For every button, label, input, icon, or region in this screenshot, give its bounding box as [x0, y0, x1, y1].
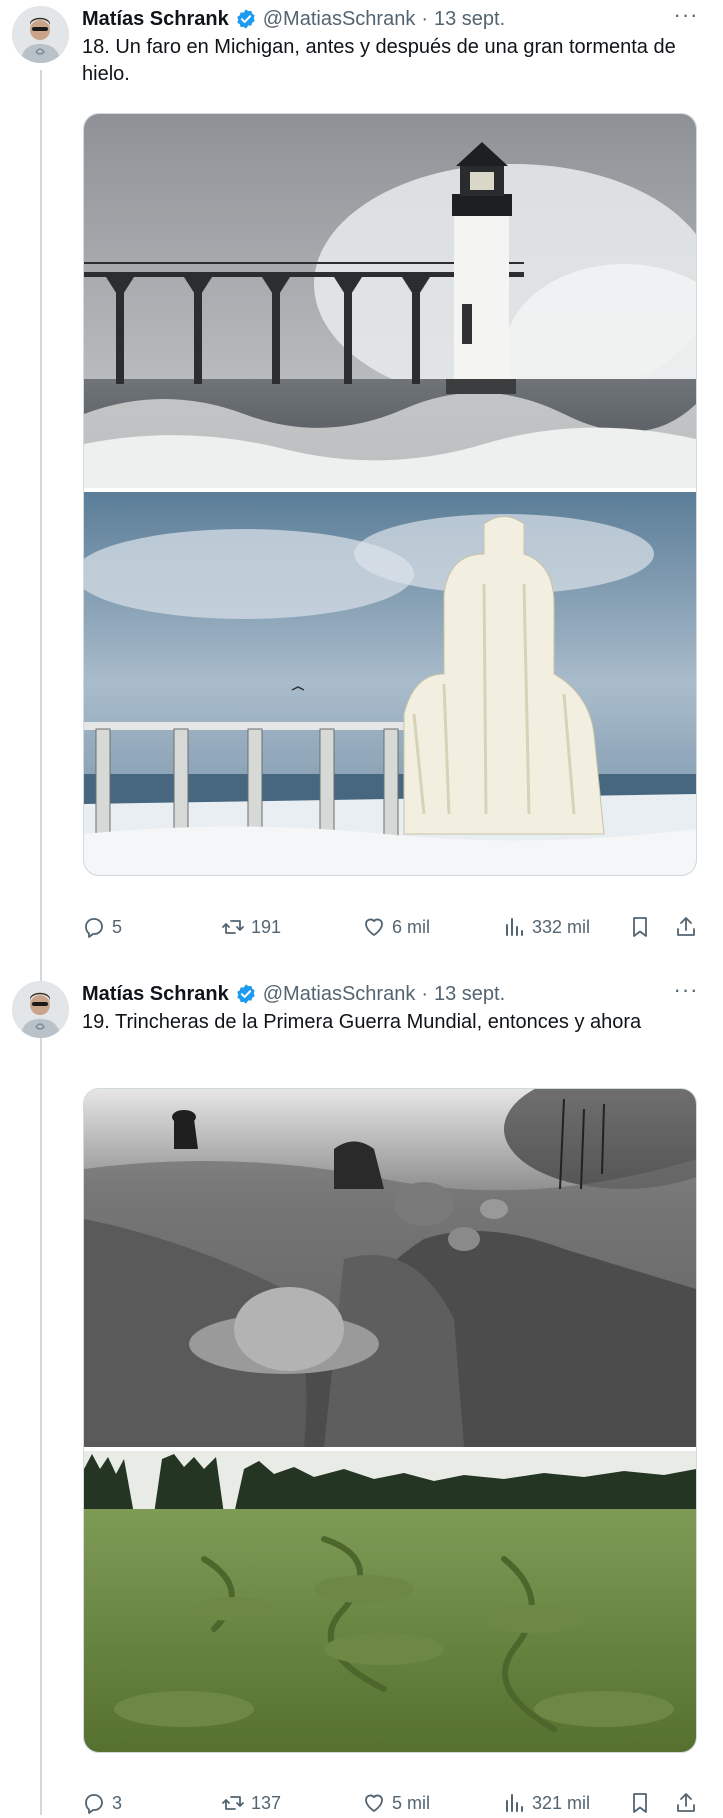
author-handle[interactable]: @MatiasSchrank [263, 983, 416, 1006]
views-button[interactable]: 332 mil [502, 912, 590, 942]
tweet-date[interactable]: 13 sept. [434, 8, 505, 31]
reply-button[interactable]: 5 [82, 912, 122, 942]
frozen-lighthouse-photo[interactable] [84, 492, 696, 875]
bookmark-icon [633, 1793, 647, 1813]
tweet-actions: 5 191 6 mil 332 mil [82, 912, 710, 942]
tweet-media[interactable] [83, 1088, 697, 1753]
avatar[interactable] [12, 6, 69, 63]
reply-count: 3 [112, 1792, 123, 1813]
retweet-button[interactable]: 191 [221, 912, 281, 942]
author-handle[interactable]: @MatiasSchrank [263, 8, 416, 31]
ww1-trenches-photo[interactable] [84, 1089, 696, 1447]
author-name[interactable]: Matías Schrank [82, 8, 229, 31]
author-name[interactable]: Matías Schrank [82, 983, 229, 1006]
views-button[interactable]: 321 mil [502, 1788, 590, 1818]
tweet-text: 19. Trincheras de la Primera Guerra Mund… [82, 1011, 642, 1033]
share-icon [677, 1793, 695, 1812]
views-count: 321 mil [532, 1792, 591, 1813]
tweet-date[interactable]: 13 sept. [434, 983, 505, 1006]
share-icon [677, 917, 695, 936]
retweet-icon [222, 1796, 244, 1810]
more-icon[interactable]: ··· [670, 2, 702, 30]
verified-badge-icon [235, 8, 257, 30]
tweet-actions: 3 137 5 mil 321 mil [82, 1788, 710, 1818]
like-button[interactable]: 6 mil [362, 912, 430, 942]
reply-count: 5 [112, 916, 123, 937]
retweet-count: 137 [251, 1792, 282, 1813]
like-icon [365, 1794, 383, 1812]
like-icon [365, 918, 383, 936]
like-count: 6 mil [392, 916, 431, 937]
like-button[interactable]: 5 mil [362, 1788, 430, 1818]
tweet-media[interactable] [83, 113, 697, 876]
bookmark-icon [633, 917, 647, 937]
retweet-icon [222, 920, 244, 934]
bookmark-button[interactable] [628, 912, 652, 942]
views-icon [506, 918, 523, 936]
retweet-button[interactable]: 137 [221, 1788, 281, 1818]
tweet-18[interactable]: Matías Schrank @MatiasSchrank · 13 sept.… [0, 0, 723, 970]
separator: · [421, 7, 428, 30]
views-icon [506, 1794, 523, 1812]
tweet-text: 18. Un faro en Michigan, antes y después… [82, 36, 676, 85]
reply-button[interactable]: 3 [82, 1788, 122, 1818]
tweet-header: Matías Schrank @MatiasSchrank · 13 sept.… [82, 2, 702, 32]
lighthouse-storm-photo[interactable] [84, 114, 696, 488]
share-button[interactable] [674, 912, 698, 942]
like-count: 5 mil [392, 1792, 431, 1813]
tweet-19[interactable]: Matías Schrank @MatiasSchrank · 13 sept.… [0, 975, 723, 1815]
more-icon[interactable]: ··· [670, 977, 702, 1005]
share-button[interactable] [674, 1788, 698, 1818]
bookmark-button[interactable] [628, 1788, 652, 1818]
verified-badge-icon [235, 983, 257, 1005]
separator: · [421, 982, 428, 1005]
tweet-header: Matías Schrank @MatiasSchrank · 13 sept.… [82, 977, 702, 1007]
reply-icon [85, 1794, 103, 1814]
trenches-today-photo[interactable] [84, 1451, 696, 1752]
retweet-count: 191 [251, 916, 282, 937]
reply-icon [85, 918, 103, 938]
avatar[interactable] [12, 981, 69, 1038]
views-count: 332 mil [532, 916, 591, 937]
